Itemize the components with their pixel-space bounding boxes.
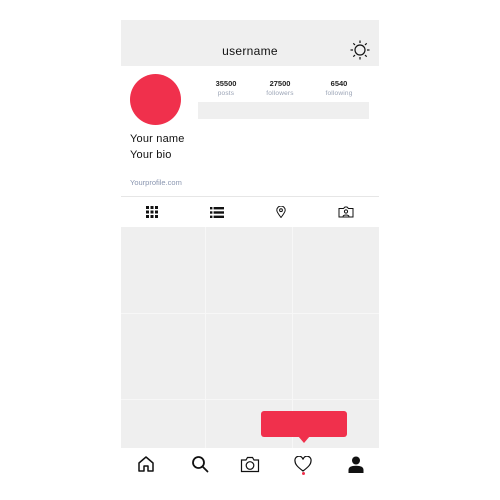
stat-posts-value: 35500 — [215, 79, 237, 88]
edit-profile-bar[interactable] — [198, 102, 369, 119]
location-pin-icon[interactable] — [271, 203, 291, 221]
stat-following-label: following — [325, 90, 353, 97]
top-header: username — [121, 20, 379, 66]
stat-following[interactable]: 6540 following — [309, 79, 369, 97]
profile-link[interactable]: Yourprofile.com — [130, 178, 182, 187]
profile-screen: username 35500 posts 27500 followers 654… — [121, 20, 379, 478]
stat-followers-label: followers — [266, 90, 294, 97]
grid-view-icon[interactable] — [142, 203, 162, 221]
tagged-photo-icon[interactable] — [336, 203, 356, 221]
profile-bio: Your bio — [130, 149, 172, 161]
profile-name: Your name — [130, 133, 185, 145]
camera-icon[interactable] — [239, 453, 261, 475]
stat-followers-value: 27500 — [269, 79, 291, 88]
notification-popup-tail — [298, 436, 310, 443]
avatar[interactable] — [130, 74, 181, 125]
grid-line — [121, 313, 379, 314]
search-icon[interactable] — [189, 453, 211, 475]
grid-line — [205, 227, 206, 448]
notification-popup[interactable] — [261, 411, 347, 437]
profile-icon[interactable] — [345, 453, 367, 475]
stat-followers[interactable]: 27500 followers — [250, 79, 310, 97]
stat-posts[interactable]: 35500 posts — [196, 79, 256, 97]
settings-icon[interactable] — [349, 39, 371, 61]
grid-line — [121, 399, 379, 400]
stat-following-value: 6540 — [330, 79, 348, 88]
divider — [121, 196, 379, 197]
list-view-icon[interactable] — [207, 203, 227, 221]
activity-indicator-dot — [302, 472, 305, 475]
username-title: username — [222, 44, 278, 58]
stat-posts-label: posts — [217, 90, 235, 97]
home-icon[interactable] — [135, 453, 157, 475]
